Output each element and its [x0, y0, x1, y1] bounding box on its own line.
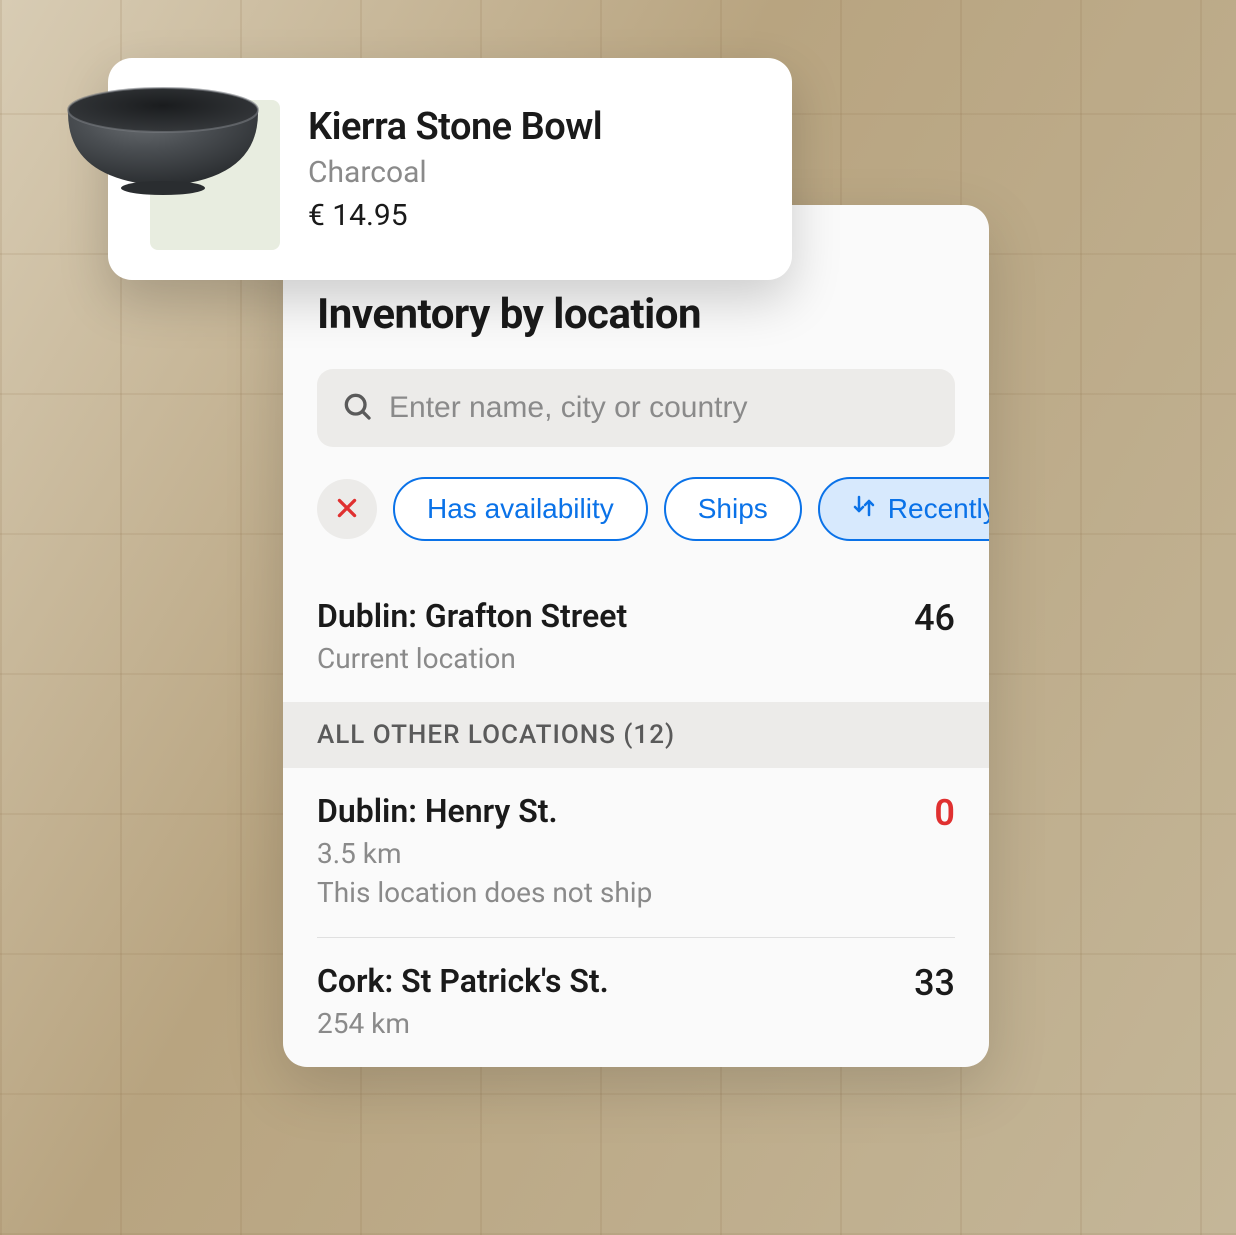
product-price: € 14.95: [308, 198, 762, 233]
location-distance: 3.5 km: [317, 834, 934, 873]
other-locations-header: ALL OTHER LOCATIONS (12): [283, 702, 989, 768]
location-row[interactable]: Dublin: Henry St. 3.5 km This location d…: [283, 768, 989, 936]
product-name: Kierra Stone Bowl: [308, 105, 762, 149]
product-card[interactable]: Kierra Stone Bowl Charcoal € 14.95: [108, 58, 792, 280]
location-name: Dublin: Grafton Street: [317, 597, 914, 635]
location-quantity: 0: [934, 792, 955, 834]
inventory-panel: Inventory by location Has availability S…: [283, 205, 989, 1067]
location-quantity: 33: [914, 962, 955, 1004]
close-icon: [334, 495, 360, 524]
filter-has-availability[interactable]: Has availability: [393, 477, 648, 541]
location-distance: 254 km: [317, 1004, 914, 1043]
location-row[interactable]: Cork: St Patrick's St. 254 km 33: [283, 938, 989, 1067]
location-quantity: 46: [914, 597, 955, 639]
location-name: Cork: St Patrick's St.: [317, 962, 914, 1000]
sort-icon: [852, 493, 876, 525]
filter-sort-recently-used[interactable]: Recently used: [818, 477, 989, 541]
filters-row: Has availability Ships Recently used: [283, 477, 989, 573]
product-variant: Charcoal: [308, 155, 762, 190]
filter-sort-label: Recently used: [888, 493, 989, 525]
product-image: [48, 68, 278, 208]
clear-filters-button[interactable]: [317, 479, 377, 539]
current-location-row[interactable]: Dublin: Grafton Street Current location …: [283, 573, 989, 702]
location-label: Current location: [317, 639, 914, 678]
location-name: Dublin: Henry St.: [317, 792, 934, 830]
filter-ships[interactable]: Ships: [664, 477, 802, 541]
panel-title: Inventory by location: [283, 265, 989, 369]
search-icon: [341, 390, 373, 426]
location-note: This location does not ship: [317, 873, 934, 912]
search-input[interactable]: [317, 369, 955, 447]
